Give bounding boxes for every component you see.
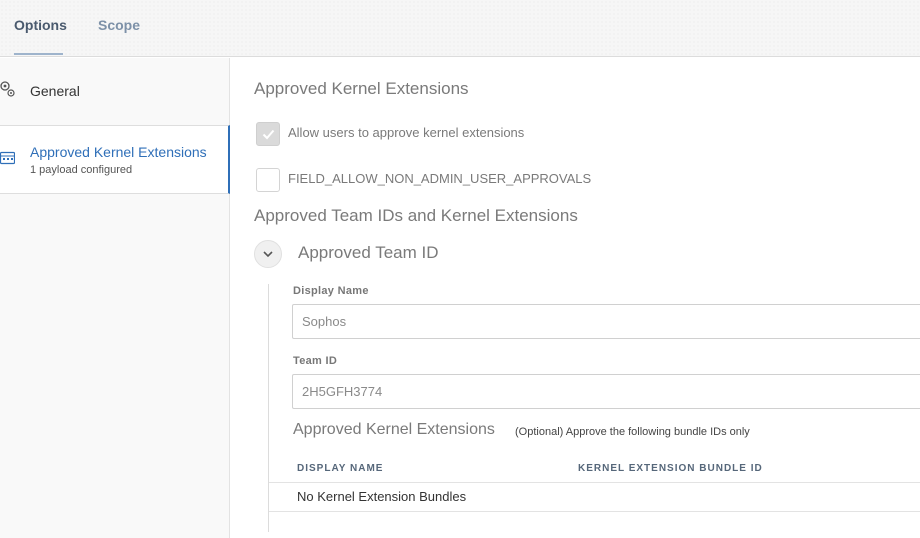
display-name-input[interactable] [292,304,920,339]
allow-users-checkbox[interactable] [256,122,280,146]
chevron-down-icon [263,251,273,258]
tab-options-label: Options [14,17,67,33]
collapse-team-button[interactable] [254,240,282,268]
kernel-extension-icon [0,150,16,166]
gear-icon [0,80,16,98]
page-title: Approved Kernel Extensions [254,79,469,98]
team-id-input[interactable] [292,374,920,409]
sidebar-item-label: General [30,83,80,99]
team-section-title: Approved Team IDs and Kernel Extensions [254,206,578,225]
kernel-extensions-subtitle: Approved Kernel Extensions [293,421,495,438]
allow-users-label: Allow users to approve kernel extensions [288,125,525,140]
sidebar-item-approved-kernel-extensions[interactable]: Approved Kernel Extensions 1 payload con… [0,125,230,194]
checkmark-icon [262,129,275,140]
team-id-label: Team ID [293,355,338,367]
tab-options[interactable]: Options [14,17,67,55]
non-admin-approvals-label: FIELD_ALLOW_NON_ADMIN_USER_APPROVALS [288,171,592,186]
sidebar-item-general[interactable]: General [0,68,230,114]
team-title: Approved Team ID [298,243,439,262]
non-admin-approvals-checkbox[interactable] [256,168,280,192]
group-divider [268,284,269,532]
main-content: Approved Kernel Extensions Allow users t… [231,58,920,538]
table-bottom-divider [269,511,920,512]
column-header-display-name: DISPLAY NAME [297,463,384,474]
payload-count: 1 payload configured [30,164,133,176]
tab-scope[interactable]: Scope [98,17,140,33]
display-name-label: Display Name [293,285,369,297]
sidebar: General Approved Kernel Extensions 1 pay… [0,58,230,538]
active-tab-indicator [14,53,63,55]
table-empty-message: No Kernel Extension Bundles [297,489,467,504]
table-header-divider [269,482,920,483]
column-header-bundle-id: KERNEL EXTENSION BUNDLE ID [578,463,763,474]
kernel-extensions-note: (Optional) Approve the following bundle … [515,426,750,438]
top-tab-bar: Options Scope [0,0,920,57]
tab-scope-label: Scope [98,17,141,33]
sidebar-item-label: Approved Kernel Extensions [30,144,207,160]
